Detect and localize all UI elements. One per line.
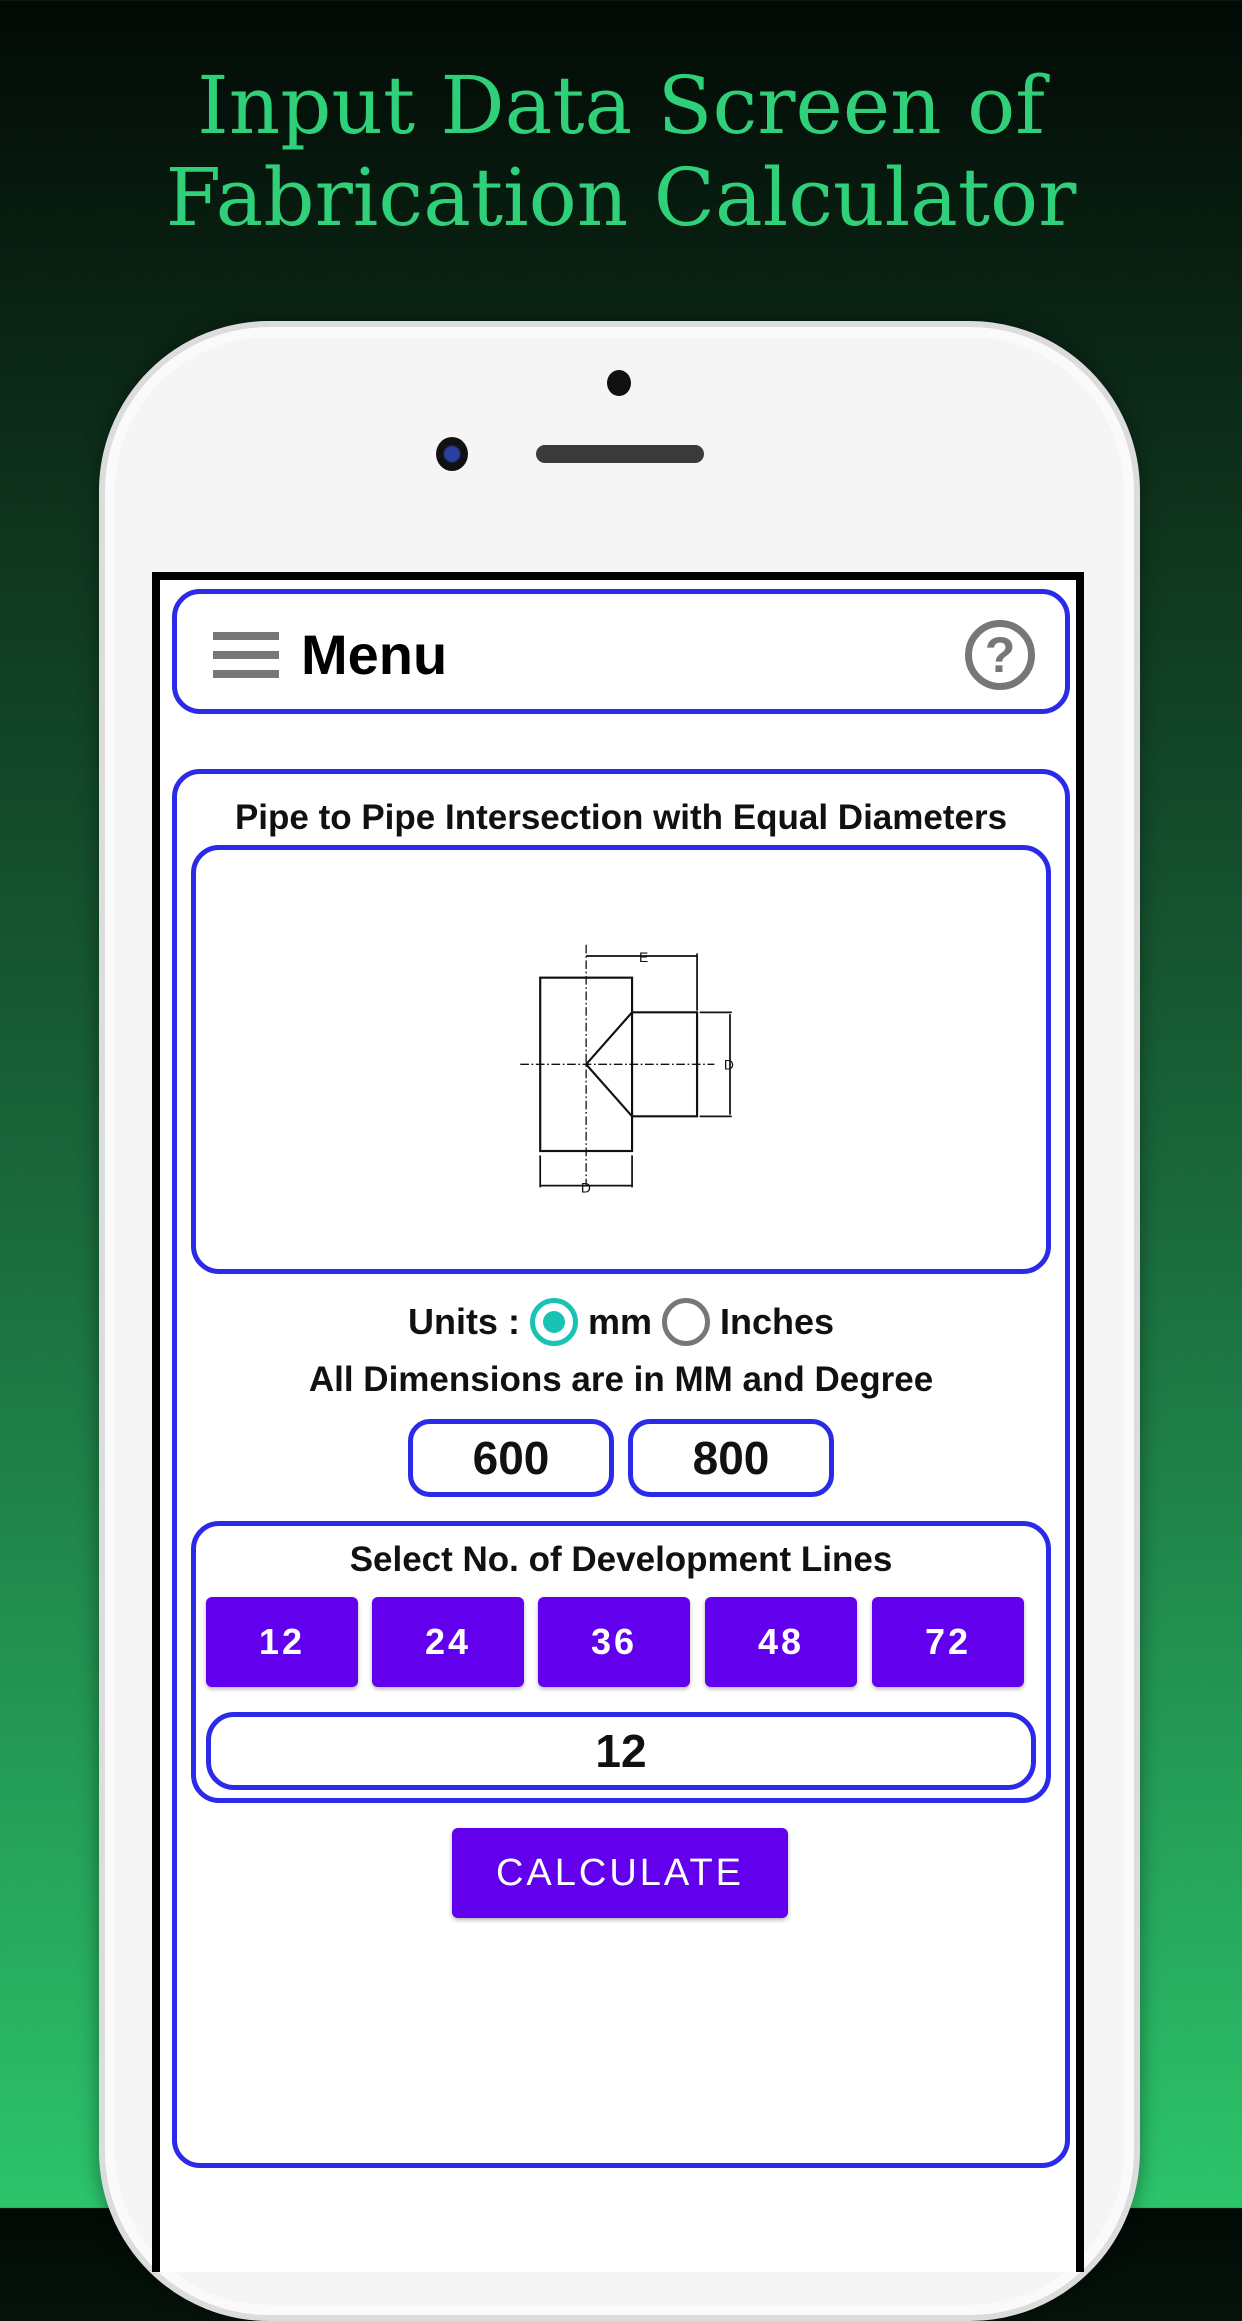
hamburger-icon[interactable] (213, 632, 279, 678)
length-input[interactable]: 800 (628, 1419, 834, 1497)
label-d-bottom: D (581, 1180, 591, 1196)
menu-title: Menu (301, 623, 448, 686)
calculate-button[interactable]: CALCULATE (452, 1828, 788, 1918)
lines-48-button[interactable]: 48 (705, 1597, 857, 1687)
development-lines-field[interactable]: 12 (206, 1712, 1036, 1790)
development-lines-title: Select No. of Development Lines (349, 1540, 893, 1579)
dimensions-note: All Dimensions are in MM and Degree (308, 1360, 934, 1399)
units-label: Units : (407, 1301, 520, 1342)
pipe-intersection-diagram: E D D (520, 944, 734, 1196)
earpiece-speaker (536, 445, 704, 463)
radio-mm[interactable] (529, 1298, 578, 1346)
calculator-title: Pipe to Pipe Intersection with Equal Dia… (234, 798, 1008, 837)
label-e: E (639, 949, 648, 965)
label-d-right: D (724, 1057, 734, 1073)
radio-inches[interactable] (661, 1298, 710, 1346)
calculator-card: Pipe to Pipe Intersection with Equal Dia… (172, 769, 1070, 2168)
development-lines-panel: Select No. of Development Lines 12 24 36… (191, 1521, 1051, 1803)
lines-24-button[interactable]: 24 (372, 1597, 524, 1687)
radio-inches-label[interactable]: Inches (720, 1301, 834, 1343)
lines-12-button[interactable]: 12 (206, 1597, 358, 1687)
front-camera (436, 437, 468, 471)
lines-36-button[interactable]: 36 (538, 1597, 690, 1687)
headline-line-1: Input Data Screen of (197, 59, 1045, 152)
app-header: Menu ? (172, 589, 1070, 714)
diagram-frame: E D D (191, 845, 1051, 1274)
lines-72-button[interactable]: 72 (872, 1597, 1024, 1687)
headline-line-2: Fabrication Calculator (165, 151, 1077, 244)
headline: Input Data Screen of Fabrication Calcula… (0, 60, 1242, 244)
sensor-dot (607, 370, 631, 396)
radio-mm-label[interactable]: mm (588, 1301, 652, 1343)
units-row: Units : mm Inches (177, 1298, 1065, 1346)
diameter-input[interactable]: 600 (408, 1419, 614, 1497)
help-circle-icon[interactable]: ? (965, 620, 1035, 690)
